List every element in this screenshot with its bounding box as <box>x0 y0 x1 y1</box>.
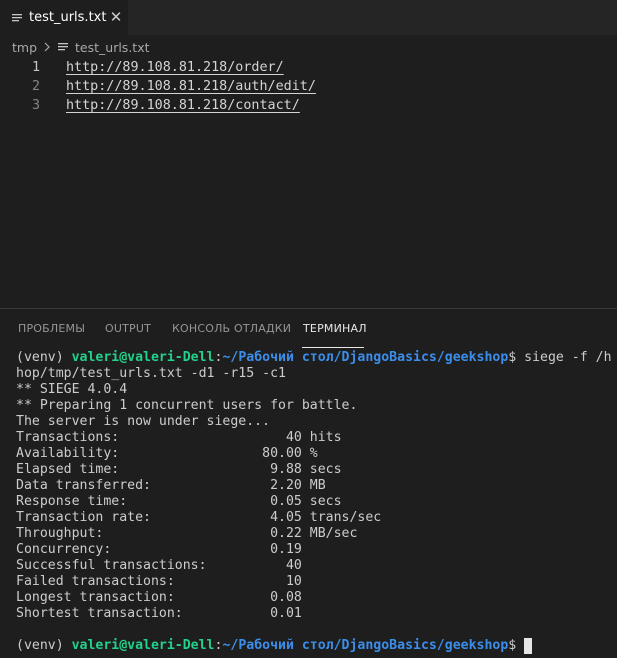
prompt-path: ~/Рабочий стол/DjangoBasics/geekshop <box>222 638 509 653</box>
terminal-prompt-line: (venv) valeri@valeri-Dell:~/Рабочий стол… <box>16 638 617 654</box>
terminal-line: Failed transactions: 10 <box>16 574 302 589</box>
prompt-dollar: $ <box>508 350 525 365</box>
close-icon[interactable]: ✕ <box>108 8 124 26</box>
terminal-line: Data transferred: 2.20 MB <box>16 478 326 493</box>
editor-tab-label: test_urls.txt <box>29 10 107 25</box>
active-tab-indicator <box>302 347 364 348</box>
terminal-line: Throughput: 0.22 MB/sec <box>16 526 358 541</box>
breadcrumb-folder[interactable]: tmp <box>12 40 37 55</box>
terminal-line: The server is now under siege... <box>16 414 271 429</box>
code-line: 1 http://89.108.81.218/order/ <box>0 58 617 77</box>
code-line: 3 http://89.108.81.218/contact/ <box>0 96 617 115</box>
line-number: 3 <box>31 98 40 113</box>
terminal-line: Successful transactions: 40 <box>16 558 302 573</box>
chevron-right-icon <box>43 42 51 52</box>
prompt-dollar: $ <box>508 638 525 653</box>
code-link[interactable]: http://89.108.81.218/auth/edit/ <box>66 77 316 96</box>
terminal-line: Elapsed time: 9.88 secs <box>16 462 342 477</box>
file-lines-icon <box>57 41 69 53</box>
venv-label: (venv) <box>16 350 72 365</box>
code-link[interactable]: http://89.108.81.218/order/ <box>66 58 284 77</box>
code-line: 2 http://89.108.81.218/auth/edit/ <box>0 77 617 96</box>
line-number: 2 <box>31 79 40 94</box>
terminal-line: Longest transaction: 0.08 <box>16 590 302 605</box>
line-number: 1 <box>31 60 40 75</box>
terminal[interactable]: (venv) valeri@valeri-Dell:~/Рабочий стол… <box>16 350 617 654</box>
editor-tab-test-urls[interactable]: test_urls.txt ✕ <box>0 0 128 35</box>
tab-debug-console[interactable]: КОНСОЛЬ ОТЛАДКИ <box>172 322 291 335</box>
terminal-cursor <box>524 638 533 654</box>
terminal-line: Transaction rate: 4.05 trans/sec <box>16 510 382 525</box>
prompt-path: ~/Рабочий стол/DjangoBasics/geekshop <box>222 350 509 365</box>
prompt-user: valeri@valeri-Dell <box>71 350 215 365</box>
prompt-user: valeri@valeri-Dell <box>71 638 215 653</box>
breadcrumb-file[interactable]: test_urls.txt <box>75 40 149 55</box>
editor-tab-bar: test_urls.txt ✕ <box>0 0 617 35</box>
terminal-prompt-line: (venv) valeri@valeri-Dell:~/Рабочий стол… <box>16 350 617 366</box>
terminal-line: ** Preparing 1 concurrent users for batt… <box>16 398 358 413</box>
tab-problems[interactable]: ПРОБЛЕМЫ <box>18 322 85 335</box>
terminal-line: Response time: 0.05 secs <box>16 494 342 509</box>
tab-terminal[interactable]: ТЕРМИНАЛ <box>303 322 367 335</box>
venv-label: (venv) <box>16 638 72 653</box>
terminal-line: Concurrency: 0.19 <box>16 542 302 557</box>
tab-output[interactable]: OUTPUT <box>105 322 151 335</box>
terminal-command: siege -f /h <box>524 350 612 365</box>
terminal-line: hop/tmp/test_urls.txt -d1 -r15 -c1 <box>16 366 286 381</box>
panel-tab-bar: ПРОБЛЕМЫ OUTPUT КОНСОЛЬ ОТЛАДКИ ТЕРМИНАЛ <box>0 309 617 349</box>
code-link[interactable]: http://89.108.81.218/contact/ <box>66 96 300 115</box>
terminal-line: Transactions: 40 hits <box>16 430 342 445</box>
code-editor[interactable]: 1 http://89.108.81.218/order/ 2 http://8… <box>0 58 617 308</box>
file-lines-icon <box>10 11 24 25</box>
terminal-line: Shortest transaction: 0.01 <box>16 606 302 621</box>
terminal-line: Availability: 80.00 % <box>16 446 318 461</box>
breadcrumb: tmp test_urls.txt <box>12 38 150 56</box>
terminal-line: ** SIEGE 4.0.4 <box>16 382 128 397</box>
